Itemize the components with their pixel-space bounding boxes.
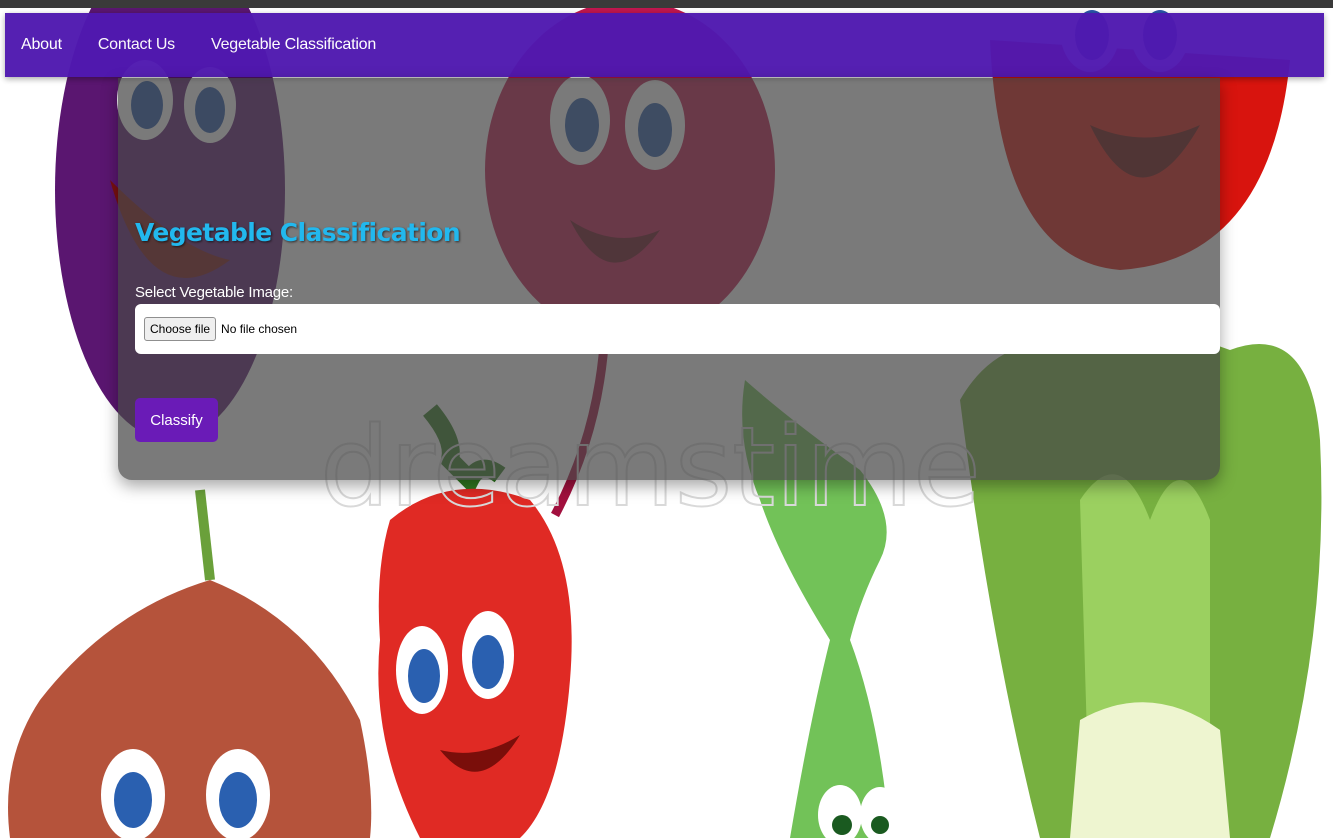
file-input[interactable]: Choose file No file chosen <box>135 304 1220 354</box>
onion-illustration <box>8 489 372 838</box>
choose-file-button[interactable]: Choose file <box>144 317 217 341</box>
classification-card: Vegetable Classification Select Vegetabl… <box>118 78 1220 480</box>
select-image-label: Select Vegetable Image: <box>135 284 294 301</box>
nav-link-contact-us[interactable]: Contact Us <box>98 36 175 54</box>
nav-link-about[interactable]: About <box>21 36 62 54</box>
top-navbar: About Contact Us Vegetable Classificatio… <box>5 13 1324 77</box>
page-title: Vegetable Classification <box>135 218 461 247</box>
classify-button[interactable]: Classify <box>135 398 218 442</box>
file-status-text: No file chosen <box>221 322 298 336</box>
browser-top-strip <box>0 0 1333 8</box>
nav-link-vegetable-classification[interactable]: Vegetable Classification <box>211 36 376 54</box>
